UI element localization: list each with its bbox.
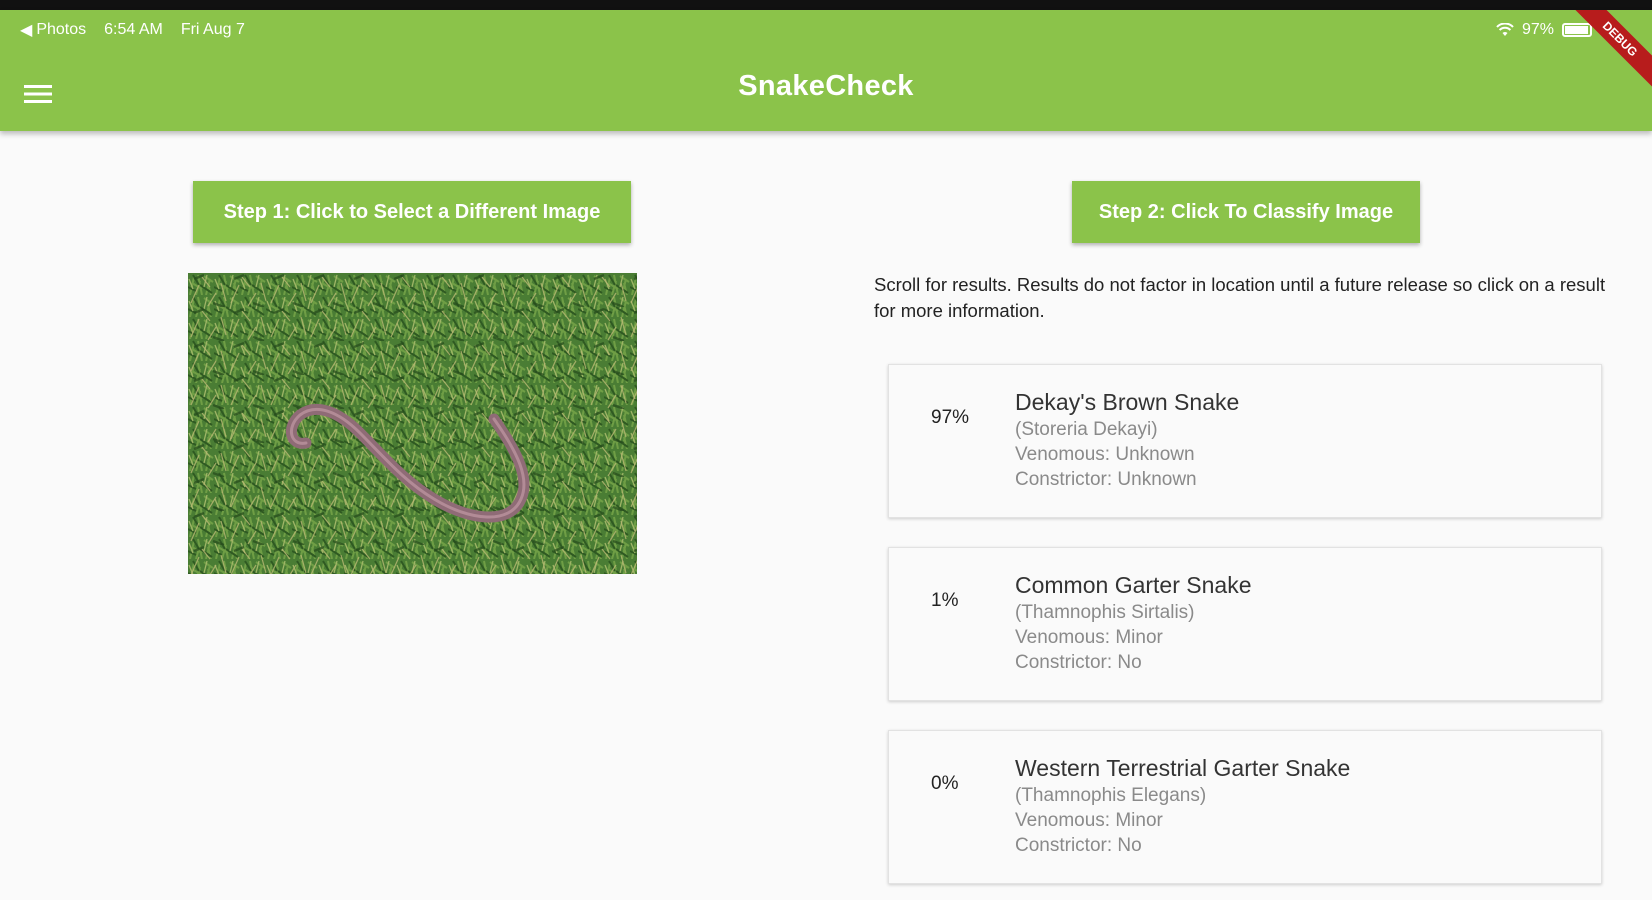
status-indicators: 97% [1496, 18, 1592, 42]
result-constrictor: Constrictor: Unknown [1015, 469, 1197, 490]
result-scientific-name: (Thamnophis Elegans) [1015, 785, 1207, 806]
result-info: Common Garter Snake (Thamnophis Sirtalis… [1015, 570, 1251, 675]
battery-percent: 97% [1521, 21, 1554, 38]
result-constrictor: Constrictor: No [1015, 652, 1142, 673]
status-back-label: Photos [36, 21, 87, 38]
select-image-button[interactable]: Step 1: Click to Select a Different Imag… [193, 181, 631, 243]
result-venomous: Venomous: Minor [1015, 627, 1163, 648]
classify-image-button[interactable]: Step 2: Click To Classify Image [1072, 181, 1420, 243]
result-common-name: Common Garter Snake [1015, 572, 1252, 598]
results-hint-text: Scroll for results. Results do not facto… [874, 274, 1606, 321]
app-bar: ◀ Photos 6:54 AM Fri Aug 7 97% SnakeChec… [0, 10, 1652, 131]
status-date: Fri Aug 7 [180, 21, 245, 38]
result-card[interactable]: 1% Common Garter Snake (Thamnophis Sirta… [888, 547, 1602, 701]
status-time: 6:54 AM [104, 21, 163, 38]
result-info: Western Terrestrial Garter Snake (Thamno… [1015, 753, 1350, 858]
status-bar: ◀ Photos 6:54 AM Fri Aug 7 [20, 18, 245, 42]
result-scientific-name: (Thamnophis Sirtalis) [1015, 602, 1195, 623]
back-arrow-icon: ◀ [20, 22, 33, 39]
result-venomous: Venomous: Minor [1015, 810, 1163, 831]
battery-fill [1565, 26, 1589, 34]
result-constrictor: Constrictor: No [1015, 835, 1142, 856]
result-scientific-name: (Storeria Dekayi) [1015, 419, 1158, 440]
battery-icon [1562, 23, 1592, 37]
result-card[interactable]: 0% Western Terrestrial Garter Snake (Tha… [888, 730, 1602, 884]
result-confidence: 1% [931, 590, 959, 611]
result-venomous: Venomous: Unknown [1015, 444, 1195, 465]
result-info: Dekay's Brown Snake (Storeria Dekayi) Ve… [1015, 387, 1239, 492]
status-back-link[interactable]: ◀ Photos [20, 20, 86, 40]
wifi-icon [1496, 23, 1514, 36]
result-common-name: Western Terrestrial Garter Snake [1015, 755, 1351, 781]
device-top-edge [0, 0, 1652, 10]
selected-snake-image [188, 273, 637, 574]
result-confidence: 0% [931, 773, 959, 794]
result-common-name: Dekay's Brown Snake [1015, 389, 1240, 415]
app-title: SnakeCheck [738, 70, 914, 102]
result-confidence: 97% [931, 407, 970, 428]
result-card[interactable]: 97% Dekay's Brown Snake (Storeria Dekayi… [888, 364, 1602, 518]
